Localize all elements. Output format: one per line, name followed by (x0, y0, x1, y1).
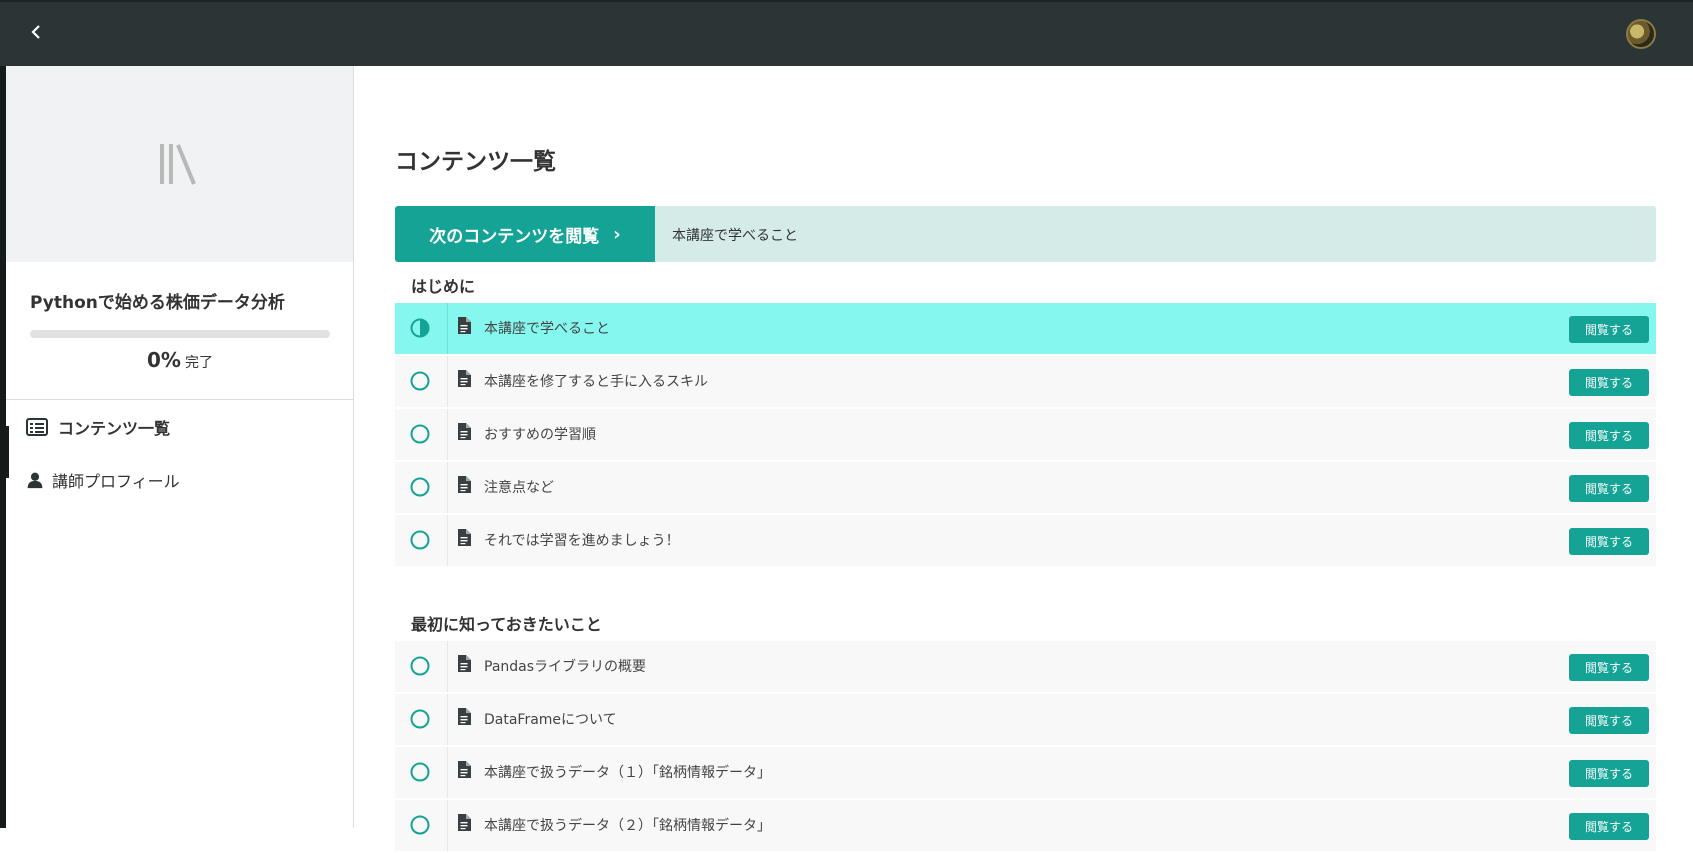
progress-suffix: 完了 (184, 355, 213, 371)
document-icon (458, 655, 471, 672)
status-cell (395, 356, 448, 407)
main-content: コンテンツ一覧 次のコンテンツを閲覧 › 本講座で学べること はじめに本講座で学… (355, 66, 1693, 853)
course-cover-image (6, 66, 353, 262)
status-cell (395, 303, 448, 354)
lesson-row[interactable]: 本講座で扱うデータ（１）「銘柄情報データ」 閲覧する (395, 747, 1656, 800)
half-circle-progress-icon (410, 318, 430, 338)
view-button[interactable]: 閲覧する (1569, 422, 1649, 449)
list-icon (26, 418, 48, 436)
sidebar-item-content-list[interactable]: コンテンツ一覧 (26, 412, 170, 442)
sidebar-item-label: コンテンツ一覧 (58, 419, 171, 438)
document-icon (458, 761, 471, 778)
lesson-title: 本講座を修了すると手に入るスキル (484, 374, 708, 390)
empty-circle-icon (410, 371, 430, 391)
lesson-title: Pandasライブラリの概要 (484, 659, 647, 675)
view-button[interactable]: 閲覧する (1569, 369, 1649, 396)
library-icon (160, 144, 196, 185)
lesson-title: おすすめの学習順 (484, 427, 596, 443)
status-cell (395, 800, 448, 851)
lesson-row[interactable]: おすすめの学習順 閲覧する (395, 409, 1656, 462)
document-icon (458, 529, 471, 546)
lesson-title: それでは学習を進めましょう！ (484, 533, 680, 549)
top-bar (0, 0, 1693, 66)
status-cell (395, 747, 448, 798)
section-title: はじめに (411, 277, 476, 296)
progress-percent: 0% (147, 348, 181, 372)
view-button[interactable]: 閲覧する (1569, 760, 1649, 787)
next-content-title: 本講座で学べること (672, 228, 798, 244)
sidebar-item-instructor-profile[interactable]: 講師プロフィール (26, 465, 180, 495)
status-cell (395, 409, 448, 460)
status-cell (395, 515, 448, 566)
lesson-title: 本講座で学べること (484, 321, 610, 337)
document-icon (458, 423, 471, 440)
empty-circle-icon (410, 424, 430, 444)
chevron-left-icon[interactable] (22, 18, 50, 46)
lesson-row[interactable]: 注意点など 閲覧する (395, 462, 1656, 515)
status-cell (395, 641, 448, 692)
empty-circle-icon (410, 477, 430, 497)
section-title: 最初に知っておきたいこと (411, 615, 602, 634)
lesson-row[interactable]: 本講座を修了すると手に入るスキル 閲覧する (395, 356, 1656, 409)
status-cell (395, 694, 448, 745)
view-button[interactable]: 閲覧する (1569, 475, 1649, 502)
lesson-title: 本講座で扱うデータ（１）「銘柄情報データ」 (484, 765, 771, 781)
view-button[interactable]: 閲覧する (1569, 654, 1649, 681)
lesson-row[interactable]: それでは学習を進めましょう！ 閲覧する (395, 515, 1656, 568)
document-icon (458, 814, 471, 831)
progress-text: 0% 完了 (30, 348, 330, 372)
chevron-right-icon: › (613, 223, 621, 245)
empty-circle-icon (410, 815, 430, 835)
empty-circle-icon (410, 656, 430, 676)
view-button[interactable]: 閲覧する (1569, 707, 1649, 734)
empty-circle-icon (410, 709, 430, 729)
status-cell (395, 462, 448, 513)
view-button[interactable]: 閲覧する (1569, 813, 1649, 840)
user-icon (27, 472, 43, 489)
lesson-row[interactable]: 本講座で扱うデータ（２）「銘柄情報データ」 閲覧する (395, 800, 1656, 853)
lesson-row[interactable]: DataFrameについて 閲覧する (395, 694, 1656, 747)
progress-bar (30, 330, 330, 338)
empty-circle-icon (410, 762, 430, 782)
view-button[interactable]: 閲覧する (1569, 528, 1649, 555)
document-icon (458, 370, 471, 387)
sidebar-divider (6, 399, 353, 400)
view-button[interactable]: 閲覧する (1569, 316, 1649, 343)
next-content-bar: 次のコンテンツを閲覧 › 本講座で学べること (395, 206, 1656, 262)
sidebar-item-label: 講師プロフィール (52, 472, 180, 491)
sidebar: Pythonで始める株価データ分析 0% 完了 コンテンツ一覧 講師プロフィール (6, 66, 354, 828)
page-title: コンテンツ一覧 (395, 149, 556, 175)
user-avatar[interactable] (1626, 19, 1656, 49)
nav-active-indicator (6, 426, 9, 478)
lesson-title: DataFrameについて (484, 712, 617, 728)
next-content-button-label: 次のコンテンツを閲覧 (429, 226, 600, 247)
document-icon (458, 708, 471, 725)
lesson-title: 注意点など (484, 480, 554, 496)
next-content-button[interactable]: 次のコンテンツを閲覧 › (395, 206, 655, 262)
document-icon (458, 317, 471, 334)
lesson-row[interactable]: 本講座で学べること 閲覧する (395, 303, 1656, 356)
lesson-title: 本講座で扱うデータ（２）「銘柄情報データ」 (484, 818, 771, 834)
empty-circle-icon (410, 530, 430, 550)
course-title: Pythonで始める株価データ分析 (30, 293, 285, 313)
document-icon (458, 476, 471, 493)
lesson-row[interactable]: Pandasライブラリの概要 閲覧する (395, 641, 1656, 694)
